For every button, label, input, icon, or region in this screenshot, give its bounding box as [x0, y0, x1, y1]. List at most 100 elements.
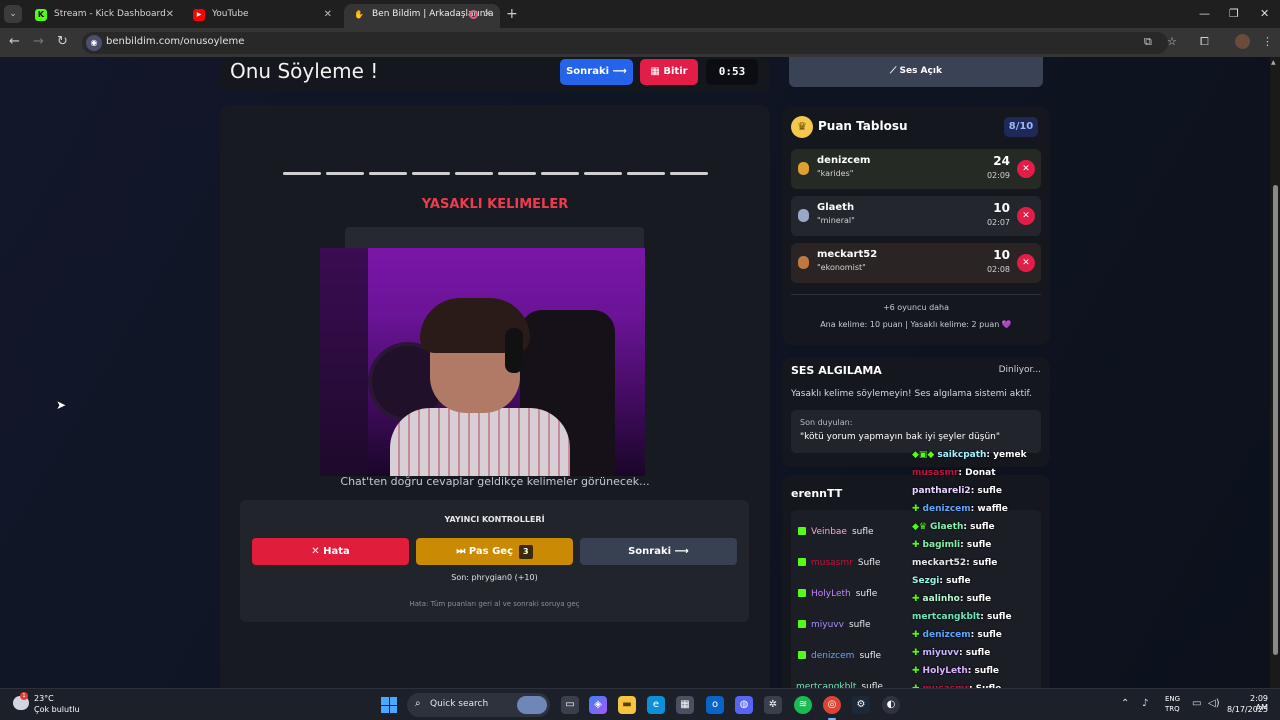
overlay-chat-message: Sezgi: sufle: [912, 576, 971, 586]
new-tab-button[interactable]: +: [506, 6, 518, 22]
tab-ben-bildim[interactable]: ✋ Ben Bildim | Arkadaşlarınla ✕: [344, 4, 500, 28]
scroll-up-arrow-icon[interactable]: ▲: [1271, 59, 1276, 66]
chrome-icon[interactable]: ◎: [823, 696, 841, 714]
weather-description[interactable]: Çok bulutlu: [34, 705, 80, 714]
taskbar-search[interactable]: ⌕ Quick search: [407, 693, 550, 717]
overlay-chat-message: ✚ denizcem: waffle: [912, 504, 1008, 514]
overlay-chat-message: meckart52: sufle: [912, 558, 997, 568]
bookmark-star-icon[interactable]: ☆: [1167, 35, 1177, 48]
streamer-controls: YAYINCI KONTROLLERİ ✕ Hata ⏭ Pas Geç 3 So…: [240, 500, 749, 622]
remove-player-button[interactable]: ✕: [1017, 254, 1035, 272]
overlay-chat-user: panthareli2: [912, 486, 971, 496]
letter-slot: [412, 172, 450, 175]
pass-button[interactable]: ⏭ Pas Geç 3: [416, 538, 573, 565]
overlay-chat-user: mertcangkblt: [912, 612, 981, 622]
steam-icon[interactable]: ⚙: [852, 696, 870, 714]
chat-text: sufle: [848, 620, 871, 630]
volume-icon[interactable]: ◁): [1208, 698, 1220, 709]
page-scrollbar[interactable]: ▲: [1270, 57, 1280, 688]
hand-favicon-icon: ✋: [354, 10, 364, 19]
overlay-chat-text: : sufle: [970, 630, 1002, 640]
obs-like-icon[interactable]: ✲: [764, 696, 782, 714]
game-header: Onu Söyleme ! Sonraki ⟶ ▦ Bitir 0:53: [220, 57, 770, 92]
forbidden-words-title: YASAKLI KELIMELER: [421, 197, 569, 212]
close-tab-icon[interactable]: ✕: [324, 9, 332, 20]
error-button[interactable]: ✕ Hata: [252, 538, 409, 565]
tab-youtube[interactable]: ▶ YouTube ✕: [184, 4, 340, 28]
back-arrow-icon[interactable]: ←: [9, 34, 20, 49]
discord-icon[interactable]: ◍: [735, 696, 753, 714]
weather-temperature[interactable]: 23°C: [34, 694, 54, 703]
microphone-icon[interactable]: ♪: [1142, 698, 1148, 709]
tab-kick-dashboard[interactable]: K Stream - Kick Dashboard ✕: [26, 4, 182, 28]
sound-toggle-button[interactable]: ⟋ Ses Açık: [789, 57, 1043, 87]
cast-icon[interactable]: ⧉: [1144, 35, 1152, 49]
address-bar[interactable]: ◉ benbildim.com/onusoyleme: [82, 32, 1168, 54]
restore-icon[interactable]: ❐: [1229, 7, 1239, 20]
chat-message: musasmr Sufle: [798, 558, 880, 572]
scoreboard: ♛ Puan Tablosu 8/10 denizcem "karides" 2…: [782, 107, 1050, 345]
headset: [505, 328, 523, 373]
remove-player-button[interactable]: ✕: [1017, 207, 1035, 225]
overlay-chat-user: denizcem: [922, 504, 971, 514]
store-icon[interactable]: ▦: [676, 696, 694, 714]
player-word: "karides": [817, 169, 854, 178]
letter-slot: [670, 172, 708, 175]
copilot-icon[interactable]: ◈: [589, 696, 607, 714]
windows-start-icon[interactable]: [381, 697, 397, 713]
site-info-icon[interactable]: ◉: [86, 35, 102, 51]
next-button[interactable]: Sonraki ⟶: [560, 59, 633, 85]
spotify-icon[interactable]: ≋: [794, 696, 812, 714]
close-tab-icon[interactable]: ✕: [166, 9, 174, 20]
chat-message: denizcem sufle: [798, 651, 881, 665]
timer: 0:53: [706, 59, 758, 85]
medal-icon: [798, 162, 809, 175]
player-row: Glaeth "mineral" 10 02:07 ✕: [791, 196, 1041, 236]
overlay-badge-icon: ✚: [912, 540, 920, 550]
overlay-chat-text: : waffle: [970, 504, 1008, 514]
keyboard-layout[interactable]: TRQ: [1165, 705, 1180, 713]
app-icon[interactable]: ◐: [882, 696, 900, 714]
overlay-chat-text: : sufle: [939, 576, 971, 586]
error-label: Hata: [323, 546, 350, 557]
search-placeholder: Quick search: [430, 699, 489, 709]
chat-text: sufle: [859, 651, 882, 661]
letter-slot: [498, 172, 536, 175]
task-view-icon[interactable]: ▭: [561, 696, 579, 714]
tab-title: YouTube: [212, 9, 249, 19]
chat-user: denizcem: [811, 651, 855, 661]
overlay-chat-message: mertcangkblt: sufle: [912, 612, 1012, 622]
tray-overflow-icon[interactable]: ⌃: [1121, 698, 1129, 709]
letter-slot: [369, 172, 407, 175]
file-explorer-icon[interactable]: ▬: [618, 696, 636, 714]
outlook-icon[interactable]: o: [706, 696, 724, 714]
browser-tab-bar: ⌄ K Stream - Kick Dashboard ✕ ▶ YouTube …: [0, 0, 1280, 28]
extensions-icon[interactable]: ⧠: [1200, 35, 1209, 49]
menu-dots-icon[interactable]: ⋮: [1262, 35, 1273, 48]
network-icon[interactable]: ▭: [1192, 698, 1201, 709]
overlay-chat-message: panthareli2: sufle: [912, 486, 1002, 496]
reload-icon[interactable]: ↻: [57, 34, 68, 49]
webcam-caption: Chat'ten doğru cevaplar geldikçe kelimel…: [340, 475, 650, 488]
chat-user: miyuvv: [811, 620, 844, 630]
profile-avatar[interactable]: [1235, 34, 1250, 49]
scroll-thumb[interactable]: [1273, 185, 1278, 655]
edge-icon[interactable]: e: [647, 696, 665, 714]
divider: [791, 294, 1041, 295]
close-window-icon[interactable]: ✕: [1260, 7, 1269, 20]
minimize-icon[interactable]: —: [1199, 7, 1210, 20]
player-score: 10: [993, 201, 1010, 215]
close-tab-icon[interactable]: ✕: [484, 9, 492, 20]
forward-arrow-icon[interactable]: →: [33, 34, 44, 49]
x-icon: ✕: [311, 546, 324, 557]
chat-user: musasmr: [811, 558, 853, 568]
remove-player-button[interactable]: ✕: [1017, 160, 1035, 178]
tab-search-button[interactable]: ⌄: [4, 5, 22, 23]
overlay-chat-user: saikcpath: [937, 450, 987, 460]
input-language[interactable]: ENG: [1165, 695, 1180, 703]
clock-date[interactable]: 8/17/2025: [1226, 705, 1268, 714]
overlay-chat-user: Sezgi: [912, 576, 940, 586]
finish-button[interactable]: ▦ Bitir: [640, 59, 698, 85]
next-question-button[interactable]: Sonraki ⟶: [580, 538, 737, 565]
overlay-chat-message: musasmr: Donat: [912, 468, 996, 478]
